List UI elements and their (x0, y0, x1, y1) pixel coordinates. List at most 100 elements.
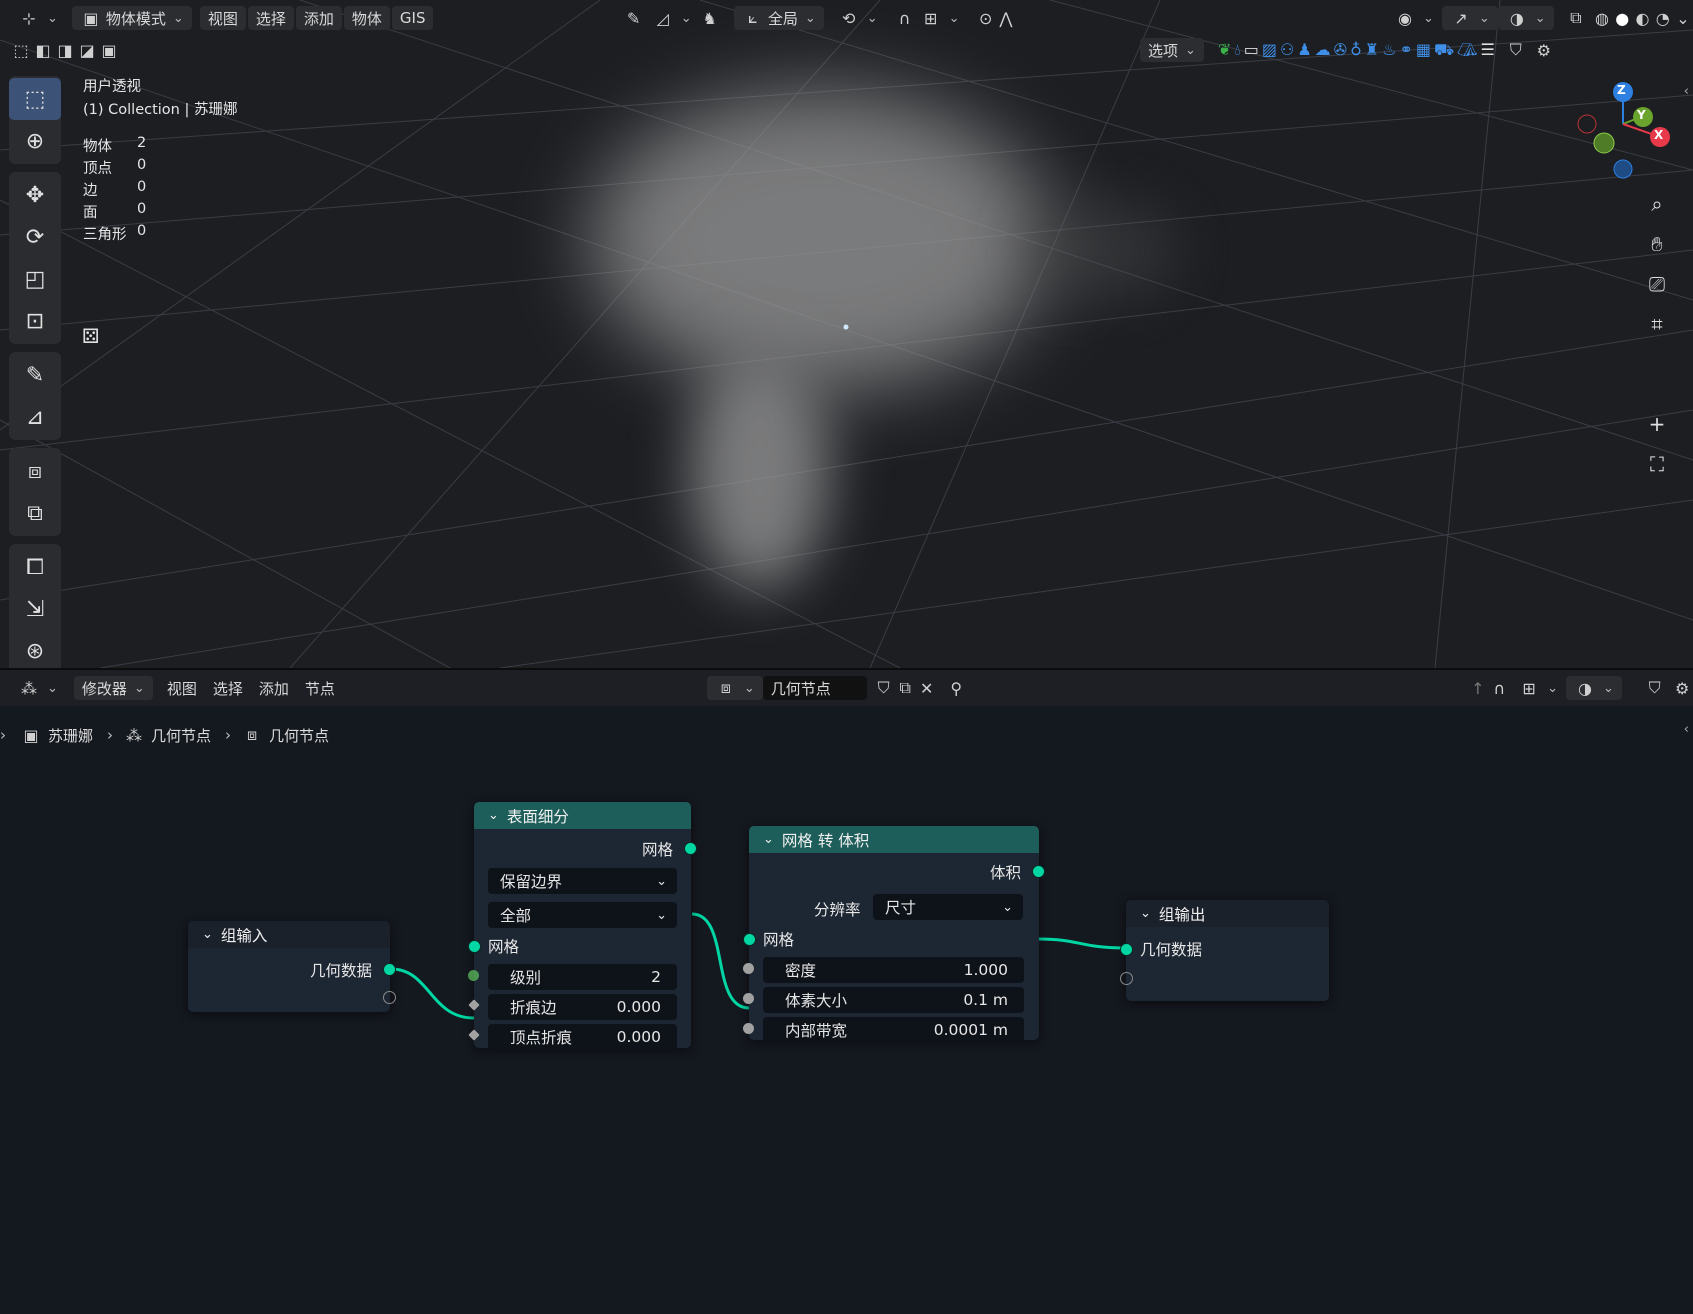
node-group-output[interactable]: ⌄ 组输出 几何数据 (1120, 900, 1329, 1001)
add-icon[interactable]: + (1639, 408, 1675, 440)
menu-object[interactable]: 物体 (343, 6, 390, 30)
boundary-dropdown[interactable]: 全部 ⌄ (488, 902, 677, 928)
crowd-icon[interactable]: ⚇ (1280, 40, 1294, 61)
cloud-icon[interactable]: ☁ (1315, 40, 1331, 61)
pivot-dropdown[interactable]: ⟲ (830, 6, 886, 30)
rendered-shading-icon[interactable]: ◔ (1653, 7, 1673, 29)
select-subtract-icon[interactable]: ◨ (54, 39, 76, 61)
resolution-dropdown[interactable]: 尺寸 ⌄ (873, 894, 1023, 920)
snap-dropdown[interactable]: ∩ ⊞ (886, 6, 968, 30)
gizmo-x-label[interactable]: X (1654, 128, 1663, 142)
uv-smooth-dropdown[interactable]: 保留边界 ⌄ (488, 868, 677, 894)
tool-transform[interactable]: ⊡ (9, 300, 61, 342)
editor-type-button[interactable]: ⊹ (10, 6, 66, 30)
menu-select[interactable]: 选择 (247, 6, 294, 30)
input-socket[interactable] (743, 1023, 754, 1034)
filter-icon[interactable]: ⛉ (1505, 39, 1527, 61)
dice-icon[interactable]: ⚄ (82, 324, 99, 348)
material-shading-icon[interactable]: ◐ (1632, 7, 1652, 29)
collapse-chevron-icon[interactable]: ⌄ (1140, 906, 1151, 921)
density-field[interactable]: 密度 1.000 (763, 957, 1024, 983)
vertex-crease-field[interactable]: 顶点折痕 0.000 (488, 1024, 677, 1050)
tool-cursor-move[interactable]: ⇲ (9, 588, 61, 630)
fit-view-icon[interactable]: ⛶ (1639, 448, 1675, 480)
menu-gis[interactable]: GIS (391, 6, 434, 30)
orientation-dropdown[interactable]: ⟀ 全局 (733, 6, 824, 30)
select-extend-icon[interactable]: ◧ (32, 39, 54, 61)
tool-settings[interactable]: ⊛ (9, 630, 61, 668)
person-icon[interactable]: ♟ (1297, 40, 1311, 61)
visibility-dropdown[interactable]: ◉ (1386, 6, 1442, 30)
zoom-icon[interactable]: ⌕ (1639, 188, 1675, 220)
3d-viewport[interactable]: Z Y X ⊹ ▣ 物体模式 视图 选择 添加 物体 GIS ✎ ◿ ♞ ⟀ 全… (0, 0, 1693, 668)
leaf-icon[interactable]: ❦ (1218, 40, 1231, 61)
tool-add-cube[interactable]: ⧈ (9, 450, 61, 492)
input-socket[interactable] (743, 963, 754, 974)
tool-scale[interactable]: ◰ (9, 258, 61, 300)
collapse-chevron-icon[interactable]: ⌄ (202, 927, 213, 942)
output-socket[interactable] (383, 963, 396, 976)
select-new-icon[interactable]: ⬚ (10, 39, 32, 61)
node-editor[interactable]: ⁂ 修改器 视图 选择 添加 节点 ⧈ 几何节点 ⛉ ⧉ ✕ ⚲ ↑ ∩ ⊞ ◑… (0, 670, 1693, 1314)
select-invert-icon[interactable]: ◪ (76, 39, 98, 61)
node-header[interactable]: ⌄ 组输入 (188, 921, 390, 948)
window-icon[interactable]: ▭ (1244, 40, 1259, 61)
gizmo-z-label[interactable]: Z (1617, 83, 1626, 97)
output-socket[interactable] (1032, 865, 1045, 878)
gizmo-y-label[interactable]: Y (1637, 108, 1646, 122)
tool-frame[interactable]: ⧠ (9, 546, 61, 588)
node-header[interactable]: ⌄ 组输出 (1126, 900, 1329, 927)
node-mesh-to-volume[interactable]: ⌄ 网格 转 体积 体积 分辨率 尺寸 ⌄ 网格 密度 1.000 体素大小 0.1 … (743, 826, 1045, 1043)
node-group-input[interactable]: ⌄ 组输入 几何数据 (188, 921, 396, 1012)
shirt-icon[interactable]: ♜ (1365, 40, 1379, 61)
settings-gear-icon[interactable]: ⚙ (1533, 39, 1555, 61)
collapse-chevron-icon[interactable]: ⌄ (763, 832, 774, 847)
voxel-size-field[interactable]: 体素大小 0.1 m (763, 987, 1024, 1013)
level-field[interactable]: 级别 2 (488, 964, 677, 990)
building-icon[interactable]: ▦ (1416, 40, 1431, 61)
pan-hand-icon[interactable]: ✋︎ (1639, 228, 1675, 260)
water-drop-icon[interactable]: 💧︎ (1234, 40, 1240, 61)
sidebar-toggle-icon[interactable]: ‹ (1684, 84, 1689, 99)
fluid-icon[interactable]: ♨ (1382, 40, 1396, 61)
collapse-chevron-icon[interactable]: ⌄ (488, 808, 499, 823)
tool-rotate[interactable]: ⟳ (9, 216, 61, 258)
list-icon[interactable]: ☰ (1480, 40, 1494, 61)
virtual-socket[interactable] (383, 991, 396, 1004)
menu-view[interactable]: 视图 (199, 6, 246, 30)
xray-icon[interactable]: ⧉ (1566, 7, 1586, 29)
image-icon[interactable]: ▨ (1262, 40, 1277, 61)
tool-move[interactable]: ✥ (9, 174, 61, 216)
wireframe-shading-icon[interactable]: ◍ (1592, 7, 1612, 29)
mode-dropdown[interactable]: ▣ 物体模式 (71, 6, 192, 30)
proportional-edit-icon[interactable]: ⊙ (976, 7, 996, 29)
tool-annotate[interactable]: ✎ (9, 354, 61, 396)
film-reel-icon[interactable]: ✇ (1334, 40, 1347, 61)
input-socket[interactable] (1120, 943, 1133, 956)
node-header[interactable]: ⌄ 网格 转 体积 (749, 826, 1039, 853)
virtual-socket[interactable] (1120, 972, 1133, 985)
falloff-icon[interactable]: ⋀ (996, 7, 1016, 29)
tent-icon[interactable]: ⛺︎ (1457, 40, 1477, 61)
car-icon[interactable]: ⛟ (1434, 40, 1454, 61)
tool-object-origin[interactable]: ⧉ (9, 492, 61, 534)
options-dropdown[interactable]: 选项 (1140, 38, 1204, 62)
input-socket[interactable] (468, 970, 479, 981)
tool-select-box[interactable]: ⬚ (9, 78, 61, 120)
select-box-dropdown[interactable]: ◿ (644, 6, 700, 30)
perspective-grid-icon[interactable]: ⌗ (1639, 308, 1675, 340)
overlay-dropdown[interactable]: ◑ (1497, 6, 1554, 30)
gizmo-dropdown[interactable]: ↗ (1441, 6, 1498, 30)
input-socket[interactable] (743, 993, 754, 1004)
edge-crease-field[interactable]: 折痕边 0.000 (488, 994, 677, 1020)
light-bulb-icon[interactable]: ♁ (1350, 40, 1362, 61)
tool-measure[interactable]: ⊿ (9, 396, 61, 438)
link-icon[interactable]: ⚭ (1399, 40, 1412, 61)
node-subdivision-surface[interactable]: ⌄ 表面细分 网格 保留边界 ⌄ 全部 ⌄ 网格 级别 2 折痕边 0.000 顶点折痕… (468, 802, 697, 1050)
node-header[interactable]: ⌄ 表面细分 (474, 802, 691, 829)
eyedropper-icon[interactable]: ✎ (623, 7, 643, 29)
tool-cursor[interactable]: ⊕ (9, 120, 61, 162)
cat-icon[interactable]: ♞ (700, 7, 720, 29)
input-socket[interactable] (468, 940, 481, 953)
input-socket[interactable] (743, 933, 756, 946)
